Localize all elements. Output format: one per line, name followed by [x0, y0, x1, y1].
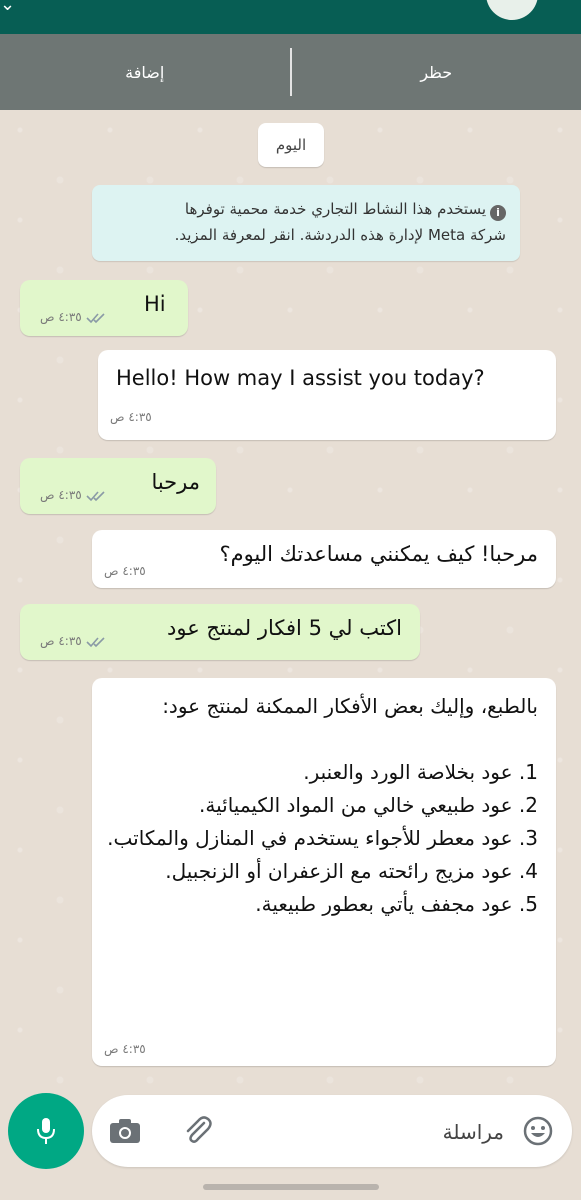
- message-intro: بالطبع، وإليك بعض الأفكار الممكنة لمنتج …: [162, 694, 538, 718]
- message-bubble-incoming[interactable]: بالطبع، وإليك بعض الأفكار الممكنة لمنتج …: [92, 678, 556, 1066]
- contact-action-bar: إضافة حظر: [0, 34, 581, 110]
- add-contact-button[interactable]: إضافة: [0, 34, 290, 110]
- list-item: 5. عود مجفف يأتي بعطور طبيعية.: [255, 892, 538, 916]
- message-bubble-outgoing[interactable]: مرحبا ٤:٣٥ ص: [20, 458, 216, 514]
- message-text: Hello! How may I assist you today?: [116, 366, 485, 390]
- notice-line-2: شركة Meta لإدارة هذه الدردشة. انقر لمعرف…: [174, 226, 506, 244]
- message-meta: ٤:٣٥ ص: [40, 310, 108, 324]
- double-check-icon: [85, 636, 108, 648]
- message-bubble-incoming[interactable]: Hello! How may I assist you today? ٤:٣٥ …: [98, 350, 556, 440]
- list-item: 2. عود طبيعي خالي من المواد الكيميائية.: [199, 793, 538, 817]
- date-chip: اليوم: [258, 123, 324, 167]
- avatar[interactable]: [486, 0, 538, 20]
- message-meta: ٤:٣٥ ص: [40, 634, 108, 648]
- message-text: مرحبا! كيف يمكنني مساعدتك اليوم؟: [219, 542, 538, 566]
- notice-line-1: يستخدم هذا النشاط التجاري خدمة محمية توف…: [184, 200, 486, 218]
- mic-button[interactable]: [8, 1093, 84, 1169]
- message-bubble-incoming[interactable]: مرحبا! كيف يمكنني مساعدتك اليوم؟ ٤:٣٥ ص: [92, 530, 556, 588]
- list-item: 4. عود مزيج رائحته مع الزعفران أو الزنجب…: [165, 859, 538, 883]
- attach-icon[interactable]: [180, 1113, 216, 1153]
- home-indicator[interactable]: [203, 1184, 379, 1190]
- message-time: ٤:٣٥ ص: [40, 634, 82, 648]
- info-icon: i: [490, 205, 506, 221]
- message-text-block: بالطبع، وإليك بعض الأفكار الممكنة لمنتج …: [98, 690, 538, 921]
- message-time: ٤:٣٥ ص: [110, 410, 152, 424]
- list-item: 3. عود معطر للأجواء يستخدم في المنازل وا…: [107, 826, 538, 850]
- message-time: ٤:٣٥ ص: [40, 310, 82, 324]
- mic-icon: [37, 1118, 55, 1144]
- message-time: ٤:٣٥ ص: [104, 564, 146, 578]
- message-text: اكتب لي 5 افكار لمنتج عود: [167, 616, 402, 640]
- double-check-icon: [85, 490, 108, 502]
- block-button[interactable]: حظر: [292, 34, 581, 110]
- message-input[interactable]: [322, 1115, 506, 1149]
- back-chevron-icon[interactable]: ⌄: [0, 0, 15, 14]
- message-text: Hi: [144, 292, 166, 316]
- message-text: مرحبا: [151, 470, 200, 494]
- business-notice[interactable]: iيستخدم هذا النشاط التجاري خدمة محمية تو…: [92, 185, 520, 261]
- message-meta: ٤:٣٥ ص: [40, 488, 108, 502]
- camera-icon[interactable]: [108, 1117, 142, 1149]
- message-bubble-outgoing[interactable]: Hi ٤:٣٥ ص: [20, 280, 188, 336]
- status-area: ⌄: [0, 0, 581, 34]
- message-time: ٤:٣٥ ص: [104, 1042, 146, 1056]
- message-time: ٤:٣٥ ص: [40, 488, 82, 502]
- emoji-icon[interactable]: [522, 1115, 554, 1151]
- double-check-icon: [85, 312, 108, 324]
- message-bubble-outgoing[interactable]: اكتب لي 5 افكار لمنتج عود ٤:٣٥ ص: [20, 604, 420, 660]
- message-composer: [92, 1095, 572, 1167]
- list-item: 1. عود بخلاصة الورد والعنبر.: [303, 760, 538, 784]
